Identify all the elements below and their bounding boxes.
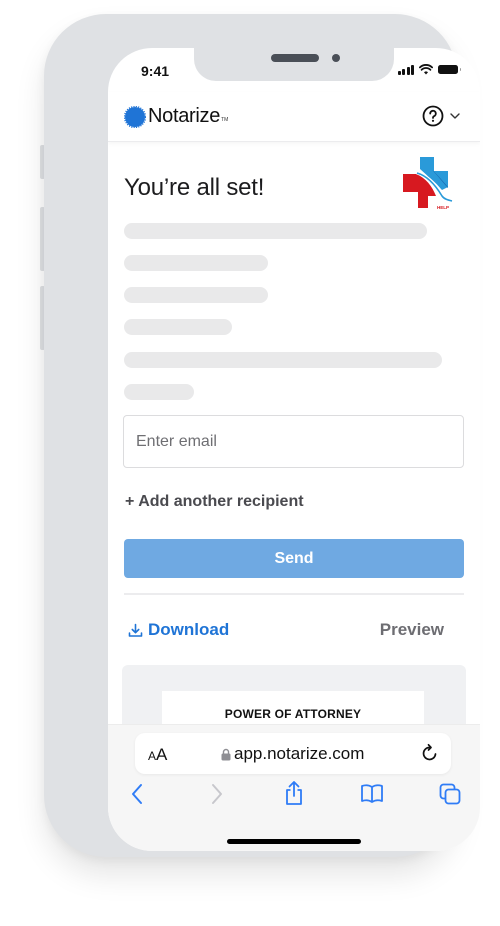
cellular-signal-icon — [397, 64, 414, 75]
logo-trademark: TM — [221, 117, 229, 123]
forward-icon[interactable] — [210, 783, 224, 805]
address-bar[interactable]: AA app.notarize.com — [135, 733, 451, 774]
skeleton-line — [124, 287, 268, 303]
document-title: POWER OF ATTORNEY — [224, 707, 362, 721]
status-icons — [397, 64, 461, 75]
back-icon[interactable] — [130, 783, 144, 805]
front-camera — [332, 54, 340, 62]
skeleton-line — [124, 255, 268, 271]
app-header: Notarize TM — [108, 92, 480, 142]
browser-bottom-bar: AA app.notarize.com — [108, 724, 480, 851]
bookmarks-icon[interactable] — [360, 783, 384, 803]
lock-icon — [221, 748, 231, 760]
speaker — [271, 54, 319, 62]
brand-mark-text: HELP — [437, 205, 449, 210]
phone-screen: 9:41 Notarize TM You’re all set! HELP En… — [108, 48, 480, 851]
add-recipient-link[interactable]: + Add another recipient — [125, 493, 304, 511]
notch — [194, 48, 394, 81]
reload-icon[interactable] — [420, 743, 440, 763]
text-size-button[interactable]: AA — [148, 745, 167, 765]
notarize-seal-icon — [124, 105, 146, 128]
page-heading: You’re all set! — [124, 174, 265, 201]
share-icon[interactable] — [284, 780, 304, 806]
url-text: app.notarize.com — [234, 744, 365, 763]
preview-link[interactable]: Preview — [380, 620, 444, 640]
download-icon — [128, 623, 143, 637]
medical-cross-logo: HELP — [403, 157, 453, 210]
skeleton-line — [124, 352, 442, 368]
home-indicator — [227, 839, 361, 844]
wifi-icon — [419, 64, 433, 75]
email-input[interactable] — [123, 415, 464, 468]
url-display[interactable]: app.notarize.com — [221, 744, 364, 764]
help-menu-button[interactable] — [422, 105, 460, 127]
phone-frame: 9:41 Notarize TM You’re all set! HELP En… — [44, 14, 480, 857]
notarize-logo[interactable]: Notarize TM — [124, 105, 228, 128]
divider — [124, 593, 464, 595]
battery-icon — [438, 65, 461, 74]
download-link[interactable]: Download — [128, 620, 229, 640]
send-button[interactable]: Send — [124, 539, 464, 578]
skeleton-line — [124, 384, 194, 400]
logo-text: Notarize — [148, 105, 221, 127]
download-label: Download — [148, 620, 230, 639]
skeleton-line — [124, 319, 232, 335]
browser-toolbar — [108, 780, 480, 813]
chevron-down-icon — [450, 113, 460, 119]
status-time: 9:41 — [141, 63, 170, 79]
skeleton-line — [124, 223, 427, 239]
question-circle-icon — [422, 105, 444, 127]
tabs-icon[interactable] — [439, 783, 461, 805]
